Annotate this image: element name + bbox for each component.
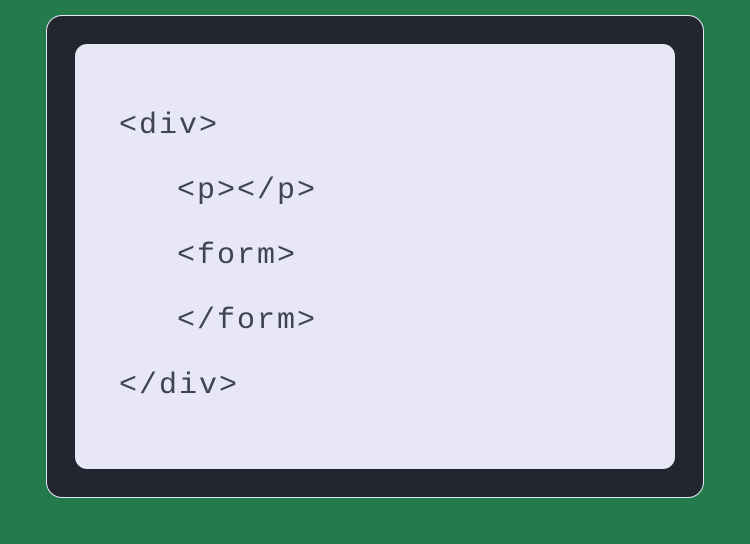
code-line-1: <div> — [119, 110, 631, 143]
code-panel: <div> <p></p> <form> </form> </div> — [75, 44, 675, 469]
code-line-3: <form> — [119, 240, 631, 273]
code-line-4: </form> — [119, 305, 631, 338]
code-frame: <div> <p></p> <form> </form> </div> — [46, 15, 704, 498]
code-line-2: <p></p> — [119, 175, 631, 208]
code-line-5: </div> — [119, 370, 631, 403]
